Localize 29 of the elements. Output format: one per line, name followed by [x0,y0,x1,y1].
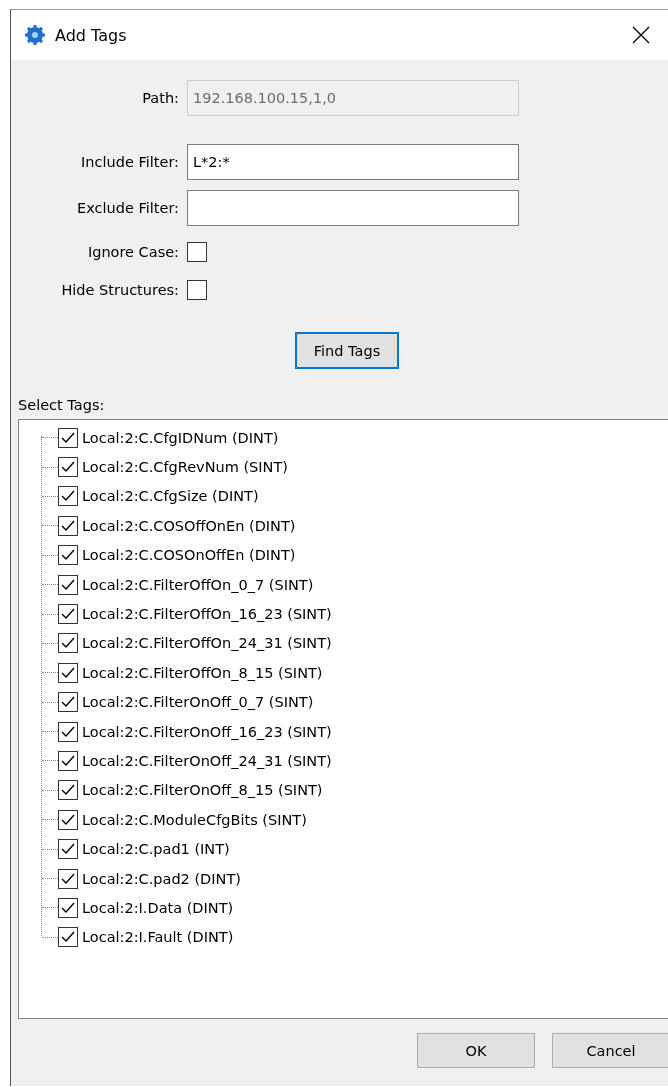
tag-item[interactable]: Local:2:C.pad2 (DINT) [82,870,241,887]
tag-item[interactable]: Local:2:C.ModuleCfgBits (SINT) [82,811,307,828]
ok-button[interactable]: OK [417,1033,535,1068]
include-filter-field[interactable]: L*2:* [187,144,519,180]
tag-item[interactable]: Local:2:C.COSOffOnEn (DINT) [82,517,296,534]
tag-item[interactable]: Local:2:C.CfgRevNum (SINT) [82,459,288,476]
tag-item[interactable]: Local:2:C.FilterOffOn_0_7 (SINT) [82,576,314,593]
cancel-button[interactable]: Cancel [552,1033,668,1068]
tag-item[interactable]: Local:2:I.Fault (DINT) [82,929,234,946]
tag-item[interactable]: Local:2:C.FilterOffOn_24_31 (SINT) [82,635,332,652]
tag-item[interactable]: Local:2:C.COSOnOffEn (DINT) [82,547,296,564]
tag-item[interactable]: Local:2:C.FilterOnOff_0_7 (SINT) [82,694,314,711]
tag-item[interactable]: Local:2:C.FilterOnOff_16_23 (SINT) [82,723,332,740]
tag-item[interactable]: Local:2:C.CfgIDNum (DINT) [82,429,279,446]
tag-item[interactable]: Local:2:C.FilterOnOff_8_15 (SINT) [82,782,323,799]
checkbox-label: Hide Structures: [60,282,179,298]
select-tags-label: Select Tags: [18,397,106,413]
tag-item[interactable]: Local:2:C.FilterOffOn_8_15 (SINT) [82,664,323,681]
field-label: Include Filter: [80,154,179,170]
tag-item[interactable]: Local:2:C.FilterOffOn_16_23 (SINT) [82,606,332,623]
field-label: Path: [141,90,179,106]
field-label: Exclude Filter: [76,200,179,216]
tag-item[interactable]: Local:2:C.CfgSize (DINT) [82,488,259,505]
window-title: Add Tags [55,25,127,45]
checkbox-label: Ignore Case: [86,244,179,260]
tag-item[interactable]: Local:2:C.FilterOnOff_24_31 (SINT) [82,753,332,769]
tag-item[interactable]: Local:2:C.pad1 (INT) [82,841,230,858]
tag-item[interactable]: Local:2:I.Data (DINT) [82,899,234,916]
find-tags-button[interactable]: Find Tags [295,332,399,369]
